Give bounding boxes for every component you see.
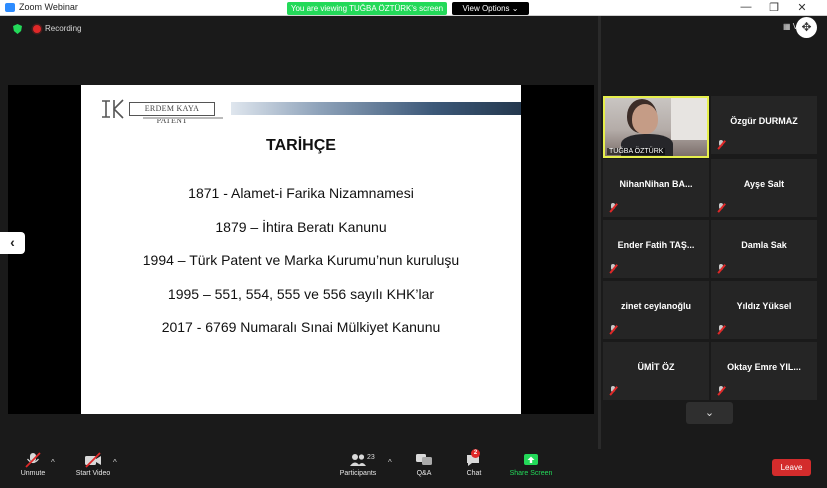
muted-mic-icon <box>609 203 617 212</box>
meeting-toolbar: Unmute ^ Start Video ^ 23 Participants ^… <box>0 449 827 488</box>
muted-mic-icon <box>717 325 725 334</box>
logo-tagline <box>143 117 223 119</box>
muted-mic-icon <box>609 386 617 395</box>
security-shield-icon[interactable] <box>13 24 22 34</box>
view-options-button[interactable]: View Options ⌄ <box>452 2 529 15</box>
muted-mic-icon <box>609 325 617 334</box>
muted-mic-icon <box>717 140 725 149</box>
recording-icon <box>33 25 41 33</box>
share-screen-label: Share Screen <box>509 470 553 477</box>
restore-button[interactable]: ❐ <box>761 1 787 14</box>
participant-name: Ender Fatih TAŞ... <box>617 240 695 250</box>
slide-line: 1879 – İhtira Beratı Kanunu <box>215 219 387 235</box>
speaker-head <box>632 104 658 134</box>
participant-tile[interactable]: zinet ceylanoğlu <box>603 281 709 339</box>
participant-tile[interactable]: Özgür DURMAZ <box>711 96 817 154</box>
participant-tile[interactable]: Oktay Emre YIL... <box>711 342 817 400</box>
muted-mic-icon <box>717 264 725 273</box>
participants-count: 23 <box>367 454 375 461</box>
participants-icon <box>350 454 366 466</box>
more-participants-chevron-down-icon[interactable]: ⌄ <box>686 402 733 424</box>
participants-button[interactable]: 23 Participants <box>335 452 381 477</box>
participants-gallery: ▦ View ✥ TUĞBA ÖZTÜRK Özgür DURMAZ Nihan… <box>601 16 827 449</box>
participant-name: zinet ceylanoğlu <box>620 301 691 311</box>
slide-line: 1995 – 551, 554, 555 ve 556 sayılı KHK’l… <box>167 286 435 302</box>
muted-mic-icon <box>609 264 617 273</box>
logo-mark-icon <box>102 99 124 119</box>
minimize-button[interactable]: — <box>733 1 759 13</box>
share-screen-icon <box>524 454 538 465</box>
window-titlebar: Zoom Webinar You are viewing TUĞBA ÖZTÜR… <box>0 0 827 16</box>
collapse-panel-chevron-left-icon[interactable]: ‹ <box>0 232 25 254</box>
participant-name: NihanNihan BA... <box>619 179 693 189</box>
slide-line: 2017 - 6769 Numaralı Sınai Mülkiyet Kanu… <box>161 319 441 335</box>
participant-tile[interactable]: Ayşe Salt <box>711 159 817 217</box>
slide-title: TARİHÇE <box>266 137 336 154</box>
video-off-icon <box>85 452 101 468</box>
share-screen-button[interactable]: Share Screen <box>506 452 556 477</box>
unmute-button[interactable]: Unmute <box>14 452 52 477</box>
presentation-slide: ERDEM KAYA PATENT TARİHÇE 1871 - Alamet-… <box>81 85 521 414</box>
main-stage: Recording ERDEM KAYA PATENT TARİHÇE 1871… <box>0 16 598 449</box>
video-background-wall <box>671 98 707 140</box>
header-gradient-bar <box>231 102 521 115</box>
slide-line: 1871 - Alamet-i Farika Nizamnamesi <box>188 185 414 201</box>
participants-options-caret-icon[interactable]: ^ <box>388 458 392 467</box>
logo-text: ERDEM KAYA PATENT <box>129 102 215 125</box>
recording-label: Recording <box>45 24 82 33</box>
participant-tile[interactable]: Damla Sak <box>711 220 817 278</box>
participant-name: Oktay Emre YIL... <box>727 362 801 372</box>
start-video-label: Start Video <box>75 470 111 477</box>
video-options-caret-icon[interactable]: ^ <box>113 458 117 467</box>
qa-button[interactable]: Q&A <box>411 452 437 477</box>
chat-unread-badge: 2 <box>471 449 480 458</box>
participant-tile[interactable]: ÜMİT ÖZ <box>603 342 709 400</box>
chat-label: Chat <box>466 470 482 477</box>
muted-mic-icon <box>717 203 725 212</box>
close-button[interactable]: ✕ <box>789 1 815 14</box>
start-video-button[interactable]: Start Video <box>70 452 116 477</box>
participant-name: ÜMİT ÖZ <box>637 362 675 372</box>
participant-tile[interactable]: Ender Fatih TAŞ... <box>603 220 709 278</box>
audio-options-caret-icon[interactable]: ^ <box>51 458 55 467</box>
muted-mic-icon <box>717 386 725 395</box>
leave-button[interactable]: Leave <box>772 459 811 476</box>
move-panel-icon[interactable]: ✥ <box>796 17 817 38</box>
slide-line: 1994 – Türk Patent ve Marka Kurumu’nun k… <box>142 252 460 268</box>
qa-icon <box>416 454 432 465</box>
participants-label: Participants <box>339 470 377 477</box>
chat-button[interactable]: 2 Chat <box>461 449 487 477</box>
participant-name: Yıldız Yüksel <box>736 301 792 311</box>
participant-name: Damla Sak <box>741 240 787 250</box>
video-tile-name: TUĞBA ÖZTÜRK <box>607 148 666 155</box>
zoom-app-icon <box>5 3 15 12</box>
qa-label: Q&A <box>416 470 432 477</box>
viewing-screen-banner: You are viewing TUĞBA ÖZTÜRK's screen <box>287 2 447 15</box>
participant-name: Ayşe Salt <box>743 179 785 189</box>
participant-tile[interactable]: NihanNihan BA... <box>603 159 709 217</box>
participant-tile[interactable]: Yıldız Yüksel <box>711 281 817 339</box>
participant-name: Özgür DURMAZ <box>730 116 798 126</box>
window-title: Zoom Webinar <box>19 2 78 12</box>
unmute-label: Unmute <box>20 470 46 477</box>
video-tile-tugba-ozturk[interactable]: TUĞBA ÖZTÜRK <box>603 96 709 158</box>
mic-muted-icon <box>25 452 41 468</box>
shared-screen: ERDEM KAYA PATENT TARİHÇE 1871 - Alamet-… <box>8 85 594 414</box>
